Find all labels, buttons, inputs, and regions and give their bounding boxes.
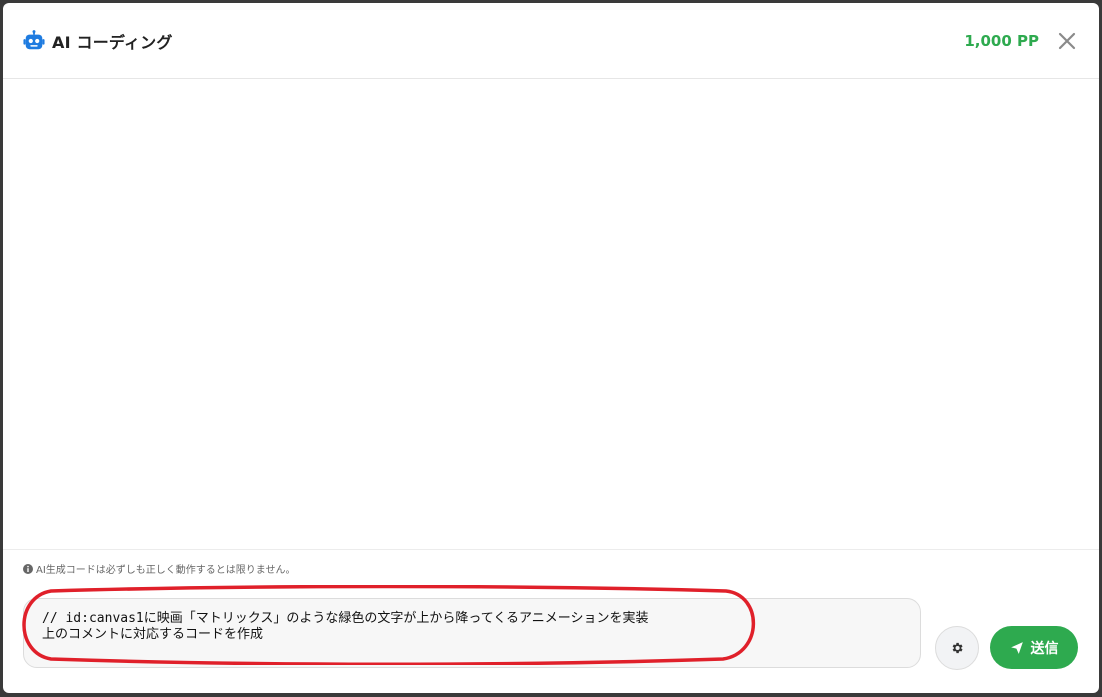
gear-icon [952, 642, 963, 654]
paper-plane-icon [1010, 641, 1023, 654]
chat-output-area [3, 79, 1099, 549]
disclaimer: AI生成コードは必ずしも正しく動作するとは限りません。 [23, 561, 296, 576]
title-area: AI コーディング [23, 29, 173, 53]
points-balance: 1,000 PP [964, 32, 1039, 50]
disclaimer-text: AI生成コードは必ずしも正しく動作するとは限りません。 [36, 565, 296, 576]
dialog-header: AI コーディング 1,000 PP [3, 3, 1099, 79]
send-label: 送信 [1030, 640, 1059, 657]
dialog-footer: AI生成コードは必ずしも正しく動作するとは限りません。 // id:canvas… [3, 549, 1099, 693]
info-icon [23, 563, 33, 574]
send-button[interactable]: 送信 [990, 626, 1078, 669]
ai-coding-dialog: AI コーディング 1,000 PP AI生成コードは必ずしも正しく動作するとは… [3, 3, 1099, 693]
close-icon[interactable] [1057, 31, 1077, 51]
prompt-input[interactable]: // id:canvas1に映画「マトリックス」のような緑色の文字が上から降って… [23, 598, 921, 668]
dialog-title: AI コーディング [52, 33, 173, 52]
robot-icon [23, 30, 45, 50]
settings-button[interactable] [935, 626, 979, 670]
